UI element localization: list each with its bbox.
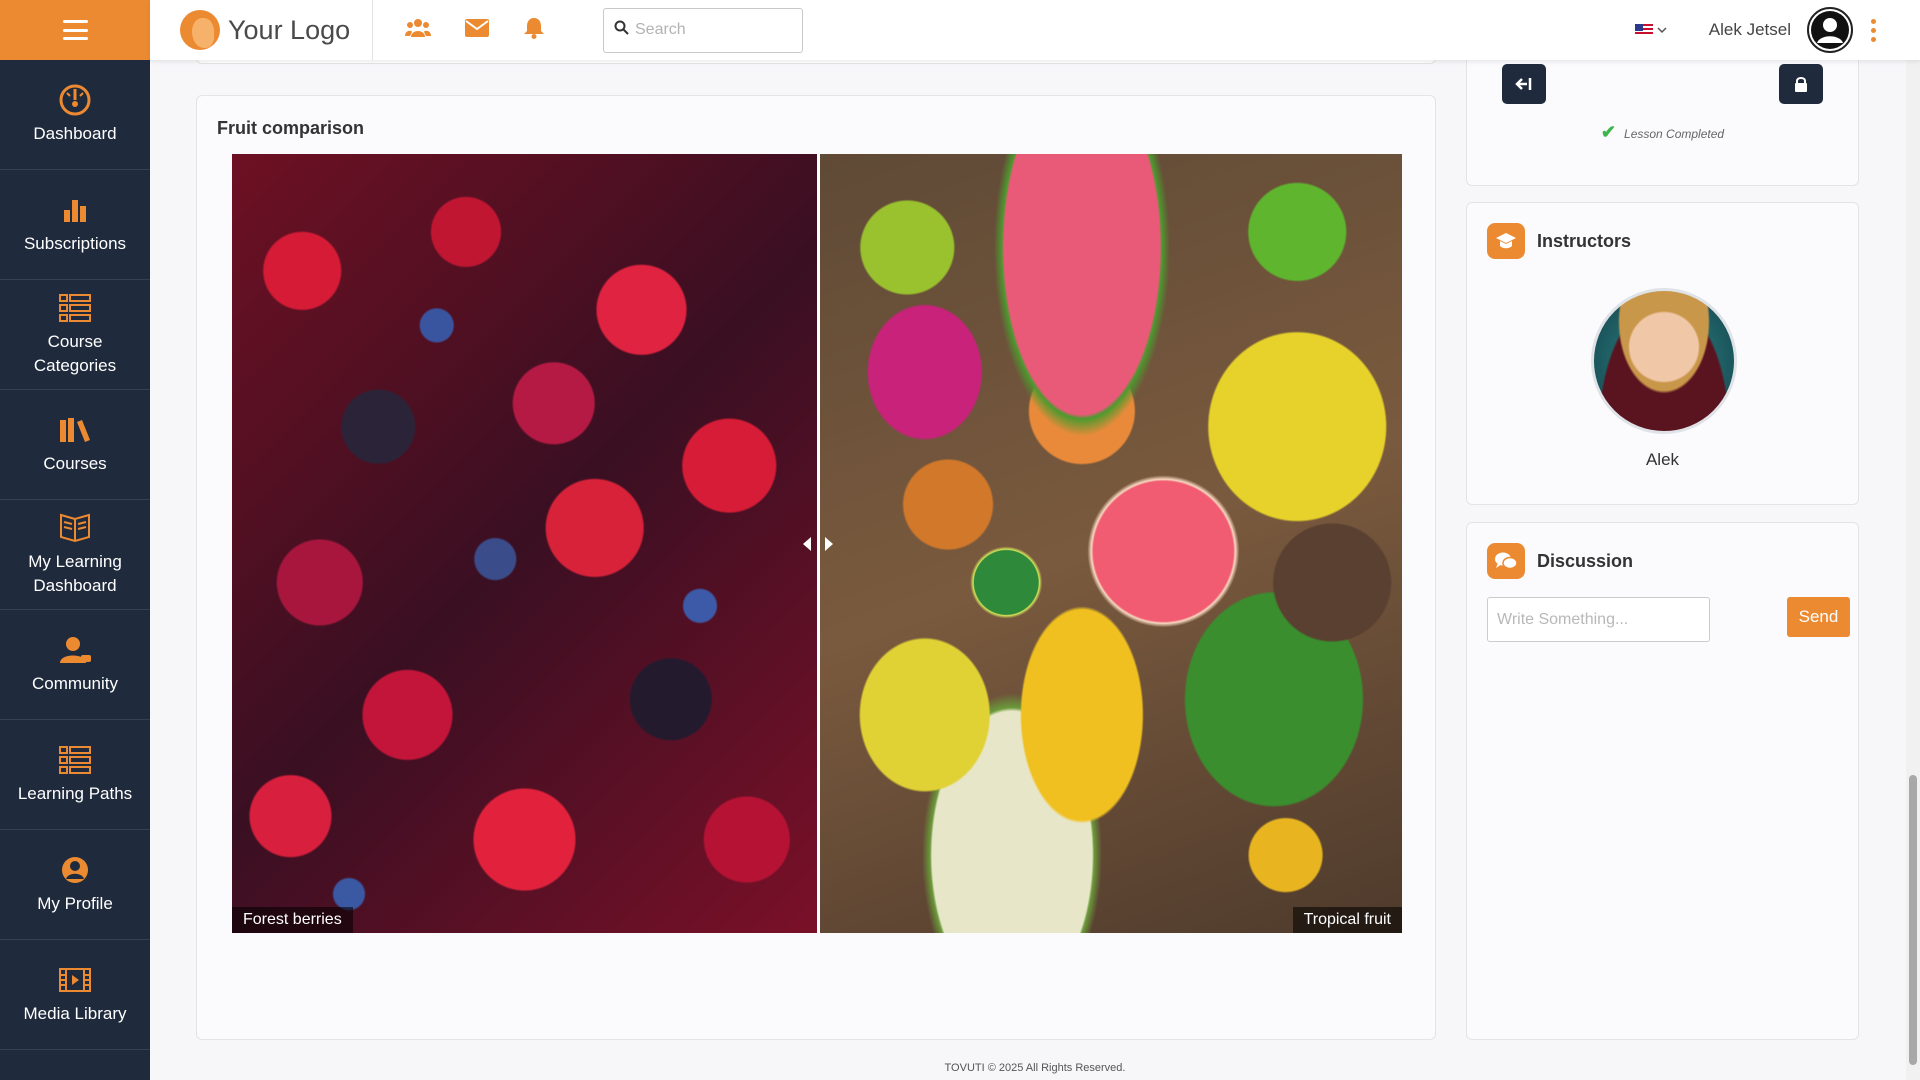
lock-icon [1795,77,1807,92]
instructor-name[interactable]: Alek [1467,450,1858,470]
sidebar-item-course-categories[interactable]: Course Categories [0,280,150,390]
more-options-icon[interactable] [1871,18,1876,42]
search-box[interactable] [603,7,803,53]
us-flag-icon [1634,24,1653,36]
instructors-card: Instructors Alek [1466,202,1859,505]
instructor-avatar[interactable] [1591,288,1737,434]
lesson-completed-text: Lesson Completed [1624,127,1725,141]
sidebar-item-label: Subscriptions [23,233,127,253]
users-icon[interactable] [405,18,431,43]
tropical-fruit-image [820,154,1402,933]
sidebar-item-label: Learning Paths [17,783,133,803]
right-image-caption: Tropical fruit [1292,907,1402,933]
top-bar: Your Logo Alek Jetsel [150,0,1920,60]
logo-mark-icon [180,10,220,50]
user-avatar-icon [1811,11,1849,49]
lesson-completed-status: ✔ Lesson Completed [1467,122,1858,143]
list-icon [57,744,93,776]
page-scrollbar[interactable] [1906,0,1920,1080]
sidebar-item-subscriptions[interactable]: Subscriptions [0,170,150,280]
footer-copyright: TOVUTI © 2025 All Rights Reserved. [944,1062,1126,1074]
profile-icon [57,854,93,886]
discussion-header: Discussion [1487,543,1633,579]
mail-icon[interactable] [465,18,489,42]
image-comparison-slider[interactable]: Forest berries Tropical fruit [232,154,1402,933]
sidebar-item-courses[interactable]: Courses [0,390,150,500]
dashboard-icon [57,84,93,116]
sidebar-item-label: Community [32,673,118,693]
sidebar-item-label: Course Categories [33,331,117,375]
sidebar-item-label: Media Library [23,1003,127,1023]
logo[interactable]: Your Logo [150,0,373,60]
open-book-icon [57,512,93,544]
sidebar-item-dashboard[interactable]: Dashboard [0,60,150,170]
sidebar-item-label: Dashboard [33,123,117,143]
instructors-header: Instructors [1487,223,1631,259]
search-input[interactable] [635,21,795,39]
left-image-caption: Forest berries [232,907,353,933]
card-title: Fruit comparison [217,118,365,138]
instructors-title: Instructors [1537,230,1632,251]
sidebar-item-learning-paths[interactable]: Learning Paths [0,720,150,830]
sidebar-item-label: My Learning Dashboard [28,551,122,595]
discussion-input[interactable] [1487,597,1710,642]
sidebar-item-label: Courses [43,453,107,473]
sidebar-item-my-profile[interactable]: My Profile [0,830,150,940]
arrow-left-icon [803,537,811,551]
fruit-comparison-card: Fruit comparison Forest berries Tropical… [196,95,1436,1040]
user-avatar[interactable] [1807,7,1853,53]
comparison-handle[interactable] [803,529,833,559]
chevron-down-icon [1657,21,1667,39]
bell-icon[interactable] [523,17,545,44]
sidebar: Dashboard Subscriptions Course Categorie… [0,0,150,1080]
menu-toggle-button[interactable] [0,0,150,60]
lesson-navigation-card: ✔ Lesson Completed [1466,50,1859,186]
send-button[interactable]: Send [1787,597,1850,637]
language-selector[interactable] [1634,21,1667,39]
scrollbar-thumb[interactable] [1909,775,1917,1065]
film-icon [57,964,93,996]
next-lesson-locked-button[interactable] [1779,64,1823,104]
graduation-cap-icon [1487,223,1525,259]
bar-chart-icon [57,194,93,226]
checkmark-icon: ✔ [1600,122,1617,142]
community-icon [57,634,93,666]
exit-arrow-icon [1515,78,1532,90]
discussion-title: Discussion [1537,550,1634,571]
search-icon [614,20,629,40]
logo-text: Your Logo [228,14,351,45]
forest-berries-image [232,154,817,933]
top-icons [405,17,545,44]
books-icon [57,414,93,446]
hamburger-icon [62,20,88,40]
list-icon [57,292,93,324]
user-name[interactable]: Alek Jetsel [1709,20,1791,40]
sidebar-item-my-learning-dashboard[interactable]: My Learning Dashboard [0,500,150,610]
previous-lesson-button[interactable] [1502,64,1546,104]
chat-bubbles-icon [1487,543,1525,579]
sidebar-item-label: My Profile [37,893,113,913]
sidebar-item-media-library[interactable]: Media Library [0,940,150,1050]
arrow-right-icon [825,537,833,551]
discussion-card: Discussion Send [1466,522,1859,1040]
sidebar-item-community[interactable]: Community [0,610,150,720]
